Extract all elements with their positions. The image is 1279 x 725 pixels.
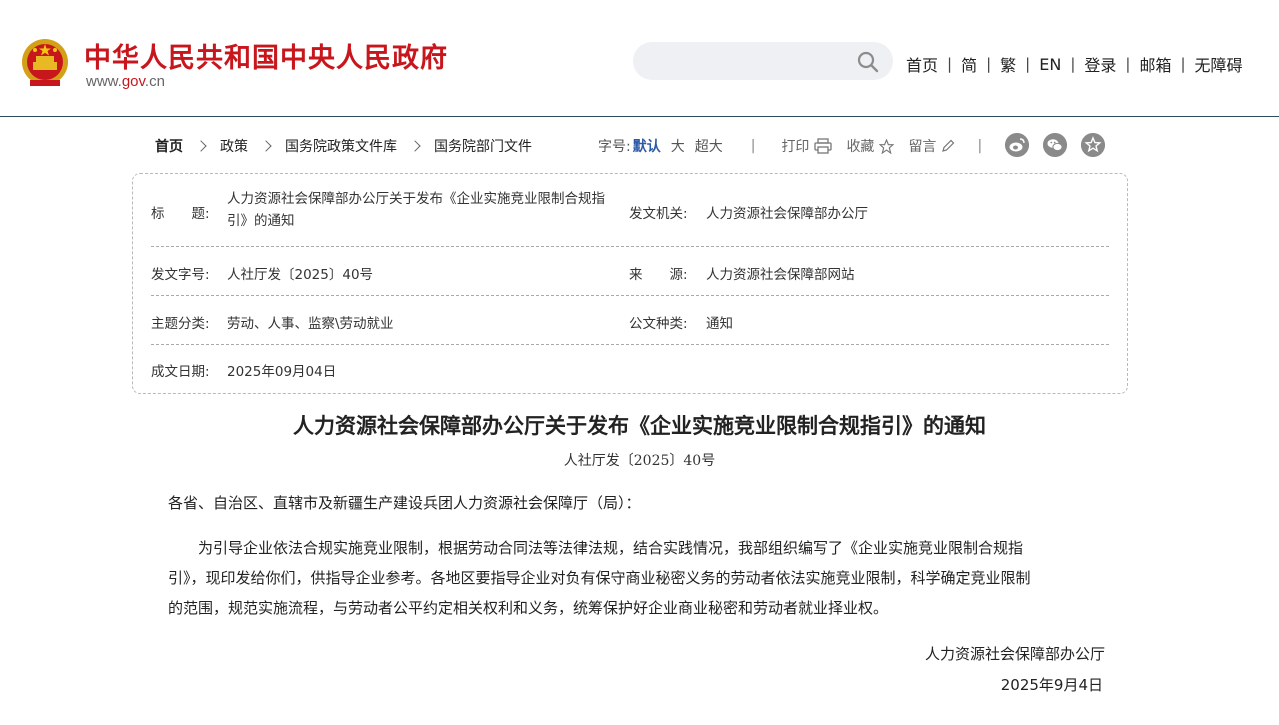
breadcrumb-home[interactable]: 首页 [155,136,183,156]
title-value-line1: 人力资源社会保障部办公厅关于发布《企业实施竞业限制合规指 [227,191,605,207]
title-value: 人力资源社会保障部办公厅关于发布《企业实施竞业限制合规指 引》的通知 [227,188,605,232]
issuer-value: 人力资源社会保障部办公厅 [706,206,868,222]
chevron-right-icon [409,140,421,152]
nav-separator: | [986,55,992,73]
document-info-box: 标 题: 人力资源社会保障部办公厅关于发布《企业实施竞业限制合规指 引》的通知 … [132,173,1128,394]
article-title: 人力资源社会保障部办公厅关于发布《企业实施竞业限制合规指引》的通知 [293,413,986,438]
article-salutation: 各省、自治区、直辖市及新疆生产建设兵团人力资源社会保障厅（局）： [168,494,641,512]
topic-label: 主题分类: [151,316,210,332]
chevron-right-icon [260,140,272,152]
nav-mail[interactable]: 邮箱 [1139,52,1171,76]
wechat-icon[interactable] [1043,133,1067,157]
docno-label: 发文字号: [151,267,210,283]
favorite-label: 收藏 [846,139,875,155]
url-mid: gov [121,73,145,90]
nav-login[interactable]: 登录 [1084,52,1116,76]
font-size-xlarge[interactable]: 超大 [695,136,723,156]
topic-value: 劳动、人事、监察\劳动就业 [227,316,394,332]
title-value-line2: 引》的通知 [227,213,295,229]
nav-separator: | [1070,55,1076,73]
type-label: 公文种类: [629,316,688,332]
divider [151,295,1109,296]
url-suffix: .cn [144,73,165,90]
top-nav: 首页 | 简 | 繁 | EN | 登录 | 邮箱 | 无障碍 [906,52,1243,76]
comment-label: 留言 [908,139,937,155]
article-body: 为引导企业依法合规实施竞业限制，根据劳动合同法等法律法规，结合实践情况，我部组织… [168,533,1106,623]
chevron-right-icon [195,140,207,152]
breadcrumb: 首页 政策 国务院政策文件库 国务院部门文件 [155,136,532,156]
breadcrumb-department-docs[interactable]: 国务院部门文件 [434,136,532,156]
favorite-share-icon[interactable] [1081,133,1105,157]
font-size-label: 字号: [598,139,631,155]
article-doc-number: 人社厅发〔2025〕40号 [563,453,716,469]
site-title[interactable]: 中华人民共和国中央人民政府 [84,36,448,75]
pencil-icon [942,139,955,152]
print-icon [814,138,833,154]
comment-button[interactable]: 留言 [908,136,955,156]
site-header: 中华人民共和国中央人民政府 www.gov.cn 首页 | 简 | 繁 | EN… [0,0,1279,117]
weibo-icon[interactable] [1005,133,1029,157]
nav-simplified[interactable]: 简 [961,52,977,76]
url-prefix: www. [86,73,122,90]
national-emblem-icon[interactable] [20,36,70,90]
print-label: 打印 [781,139,810,155]
signature: 人力资源社会保障部办公厅 [924,645,1105,663]
nav-separator: | [1025,55,1031,73]
divider [151,344,1109,345]
search-box [633,42,893,80]
nav-separator: | [1125,55,1131,73]
type-value: 通知 [706,316,733,332]
nav-separator: | [1180,55,1186,73]
body-line: 为引导企业依法合规实施竞业限制，根据劳动合同法等法律法规，结合实践情况，我部组织… [168,539,1024,557]
print-button[interactable]: 打印 [781,136,833,156]
article-tools: 字号: 默认 大 超大 | 打印 收藏 留言 | [598,136,982,156]
info-row-title: 标 题: 人力资源社会保障部办公厅关于发布《企业实施竞业限制合规指 引》的通知 … [151,188,1109,234]
issuer-label: 发文机关: [629,206,688,222]
search-icon[interactable] [856,50,880,74]
nav-separator: | [947,55,953,73]
star-icon [879,138,895,154]
breadcrumb-policy[interactable]: 政策 [220,136,248,156]
signature-date: 2025年9月4日 [1000,676,1103,694]
nav-accessibility[interactable]: 无障碍 [1195,52,1243,76]
nav-traditional[interactable]: 繁 [1000,52,1016,76]
font-size-default[interactable]: 默认 [633,136,661,156]
date-label: 成文日期: [151,364,210,380]
search-input[interactable] [649,50,849,72]
source-label: 来 源: [629,267,688,283]
source-value: 人力资源社会保障部网站 [706,267,855,283]
title-label: 标 题: [151,206,210,222]
body-line: 引》，现印发给你们，供指导企业参考。各地区要指导企业对负有保守商业秘密义务的劳动… [168,569,1031,587]
divider [151,246,1109,247]
font-size-large[interactable]: 大 [671,136,685,156]
site-url[interactable]: www.gov.cn [86,73,165,90]
nav-english[interactable]: EN [1039,55,1061,74]
docno-value: 人社厅发〔2025〕40号 [227,267,374,283]
date-value: 2025年09月04日 [227,364,337,380]
nav-home[interactable]: 首页 [906,52,938,76]
body-line: 的范围，规范实施流程，与劳动者公平约定相关权利和义务，统筹保护好企业商业秘密和劳… [168,599,889,617]
tools-separator: | [750,138,756,154]
tools-separator: | [977,138,983,154]
favorite-button[interactable]: 收藏 [846,136,895,156]
breadcrumb-policy-library[interactable]: 国务院政策文件库 [285,136,397,156]
